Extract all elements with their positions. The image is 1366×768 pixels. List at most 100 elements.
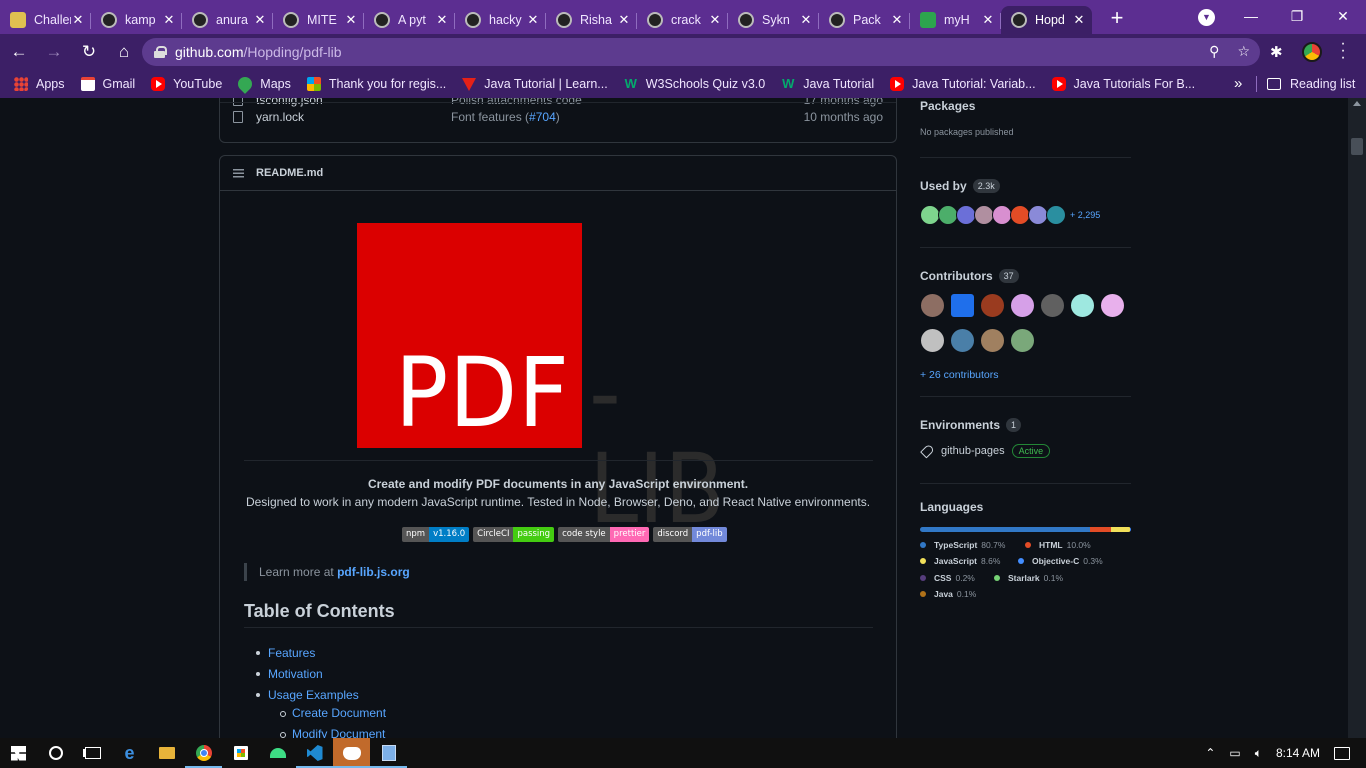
browser-tab[interactable]: A pyt ✕ [364,6,455,34]
chrome-taskbar-button[interactable] [185,738,222,768]
close-tab-icon[interactable]: ✕ [253,12,267,28]
close-tab-icon[interactable]: ✕ [1072,12,1086,28]
browser-menu-icon[interactable]: · · · [1338,36,1348,66]
close-tab-icon[interactable]: ✕ [617,12,631,28]
bookmark-item[interactable]: W W3Schools Quiz v3.0 [624,77,766,92]
user-avatar[interactable] [1010,205,1030,225]
environment-item[interactable]: github-pages Active [920,444,1051,458]
bookmark-item[interactable]: Java Tutorial | Learn... [462,77,608,91]
commit-message[interactable]: Font features (#704) [451,110,560,124]
close-tab-icon[interactable]: ✕ [162,12,176,28]
user-avatar[interactable] [920,205,940,225]
browser-tab[interactable]: hacky ✕ [455,6,546,34]
page-scrollbar[interactable] [1348,98,1366,738]
language-item[interactable]: TypeScript 80.7% [920,540,1005,550]
clock[interactable]: 8:14 AM [1276,746,1320,760]
language-item[interactable]: Objective-C 0.3% [1018,556,1103,566]
maximize-button[interactable]: ❐ [1274,0,1320,34]
lock-icon[interactable] [154,46,167,58]
user-avatar[interactable] [938,205,958,225]
contributor-avatar[interactable] [1100,293,1125,318]
discord-taskbar-button[interactable] [333,738,370,768]
scrollbar-thumb[interactable] [1351,138,1363,155]
battery-icon[interactable]: ▭ [1229,746,1240,760]
used-by-more-link[interactable]: + 2,295 [1070,210,1100,220]
edge-taskbar-button[interactable]: e [111,738,148,768]
issue-link[interactable]: #704 [529,110,556,124]
toc-sublink[interactable]: Modify Document [292,727,385,738]
toc-link[interactable]: Features [268,646,315,660]
status-badge[interactable]: discord pdf-lib [653,527,727,542]
browser-tab[interactable]: anura ✕ [182,6,273,34]
status-badge[interactable]: npm v1.16.0 [402,527,470,542]
user-avatar[interactable] [1028,205,1048,225]
notes-taskbar-button[interactable] [370,738,407,768]
file-name[interactable]: yarn.lock [256,110,304,124]
user-avatar[interactable] [974,205,994,225]
back-button[interactable]: ← [3,36,35,68]
language-item[interactable]: HTML 10.0% [1025,540,1091,550]
android-studio-button[interactable] [259,738,296,768]
close-tab-icon[interactable]: ✕ [799,12,813,28]
contributor-avatar[interactable] [1040,293,1065,318]
toc-sublink[interactable]: Create Document [292,706,386,720]
packages-heading[interactable]: Packages [920,99,1131,113]
forward-button[interactable]: → [38,36,70,68]
volume-icon[interactable]: 🔈︎ [1255,746,1262,761]
status-badge[interactable]: code style prettier [558,527,650,542]
contributor-avatar[interactable] [1010,293,1035,318]
reload-button[interactable]: ↻ [73,36,105,68]
browser-tab[interactable]: crack ✕ [637,6,728,34]
tab-search-icon[interactable]: ▼ [1198,9,1215,26]
bookmark-star-icon[interactable]: ☆ [1237,43,1250,60]
close-tab-icon[interactable]: ✕ [526,12,540,28]
user-avatar[interactable] [956,205,976,225]
contributor-avatar[interactable] [980,328,1005,353]
language-item[interactable]: CSS 0.2% [920,573,975,583]
status-badge[interactable]: CircleCI passing [473,527,555,542]
close-tab-icon[interactable]: ✕ [981,12,995,28]
start-button[interactable] [0,738,37,768]
store-taskbar-button[interactable] [222,738,259,768]
contributor-avatar[interactable] [950,293,975,318]
search-button[interactable] [37,738,74,768]
browser-tab[interactable]: Sykn ✕ [728,6,819,34]
vscode-taskbar-button[interactable] [296,738,333,768]
close-tab-icon[interactable]: ✕ [435,12,449,28]
more-contributors-link[interactable]: + 26 contributors [920,369,1131,381]
browser-tab[interactable]: MITE ✕ [273,6,364,34]
close-tab-icon[interactable]: ✕ [71,12,85,28]
language-item[interactable]: JavaScript 8.6% [920,556,1000,566]
profile-avatar[interactable] [1302,42,1322,62]
contributors-heading[interactable]: Contributors [920,269,993,283]
scroll-up-arrow-icon[interactable] [1353,101,1361,106]
used-by-heading[interactable]: Used by [920,179,967,193]
user-avatar[interactable] [992,205,1012,225]
language-item[interactable]: Starlark 0.1% [994,573,1063,583]
bookmark-item[interactable]: W Java Tutorial [781,77,874,92]
language-item[interactable]: Java 0.1% [920,589,976,599]
bookmark-item[interactable]: Thank you for regis... [306,77,446,91]
browser-tab[interactable]: Challenges✕ [0,6,91,34]
browser-tab[interactable]: myH ✕ [910,6,1001,34]
address-bar[interactable]: github.com/Hopding/pdf-lib ⚲ ☆ [142,38,1260,66]
tray-overflow-icon[interactable]: ⌃ [1205,746,1215,760]
toc-link[interactable]: Motivation [268,667,323,681]
contributor-avatar[interactable] [980,293,1005,318]
bookmark-item[interactable]: Gmail [80,77,135,91]
bookmark-item[interactable]: Apps [14,77,65,91]
minimize-button[interactable]: — [1228,0,1274,34]
bookmark-item[interactable]: Java Tutorial: Variab... [890,77,1036,91]
contributor-avatar[interactable] [920,328,945,353]
browser-tab[interactable]: Risha ✕ [546,6,637,34]
zoom-icon[interactable]: ⚲ [1209,43,1219,60]
notifications-icon[interactable] [1334,746,1350,760]
close-window-button[interactable]: ✕ [1320,0,1366,34]
contributor-avatar[interactable] [1010,328,1035,353]
close-tab-icon[interactable]: ✕ [890,12,904,28]
browser-tab[interactable]: kamp ✕ [91,6,182,34]
bookmark-item[interactable]: Maps [235,74,291,94]
home-button[interactable]: ⌂ [108,36,140,68]
outline-list-icon[interactable] [233,168,244,178]
task-view-button[interactable] [74,738,111,768]
